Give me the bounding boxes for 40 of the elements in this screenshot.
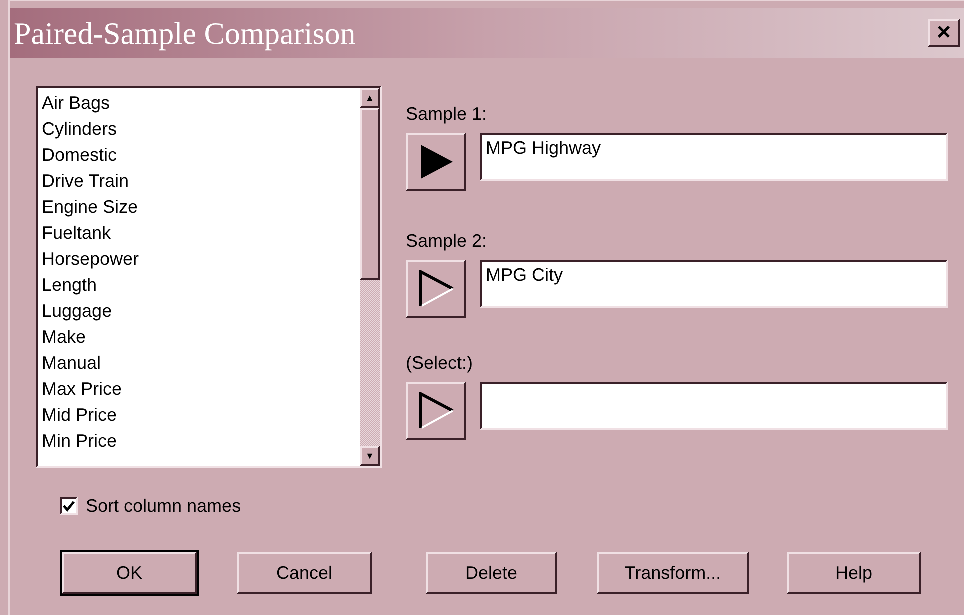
list-item[interactable]: Domestic xyxy=(42,142,356,168)
dialog-button[interactable]: Transform... xyxy=(597,552,749,594)
window-title: Paired-Sample Comparison xyxy=(14,18,356,48)
list-item[interactable]: Luggage xyxy=(42,298,356,324)
input-field[interactable]: MPG Highway xyxy=(480,133,948,181)
list-item[interactable]: Horsepower xyxy=(42,246,356,272)
field-label: Sample 1: xyxy=(406,103,488,125)
scrollbar[interactable]: ▲ ▼ xyxy=(360,88,380,466)
checkbox-label: Sort column names xyxy=(86,495,242,517)
dialog-button[interactable]: Cancel xyxy=(237,552,372,594)
list-item[interactable]: Make xyxy=(42,324,356,350)
list-item[interactable]: Engine Size xyxy=(42,194,356,220)
arrow-button[interactable] xyxy=(406,382,466,440)
dialog-button[interactable]: OK xyxy=(62,552,197,594)
list-item[interactable]: Max Price xyxy=(42,376,356,402)
play-icon xyxy=(417,392,455,430)
list-item[interactable]: Air Bags xyxy=(42,90,356,116)
play-icon xyxy=(417,270,455,308)
column-list[interactable]: Air Bags Cylinders Domestic Drive Train Engine Size Fueltank Horsepower Length Luggage Make Manual Max Price Mid Price Min Price ▲ ▼ xyxy=(36,86,382,468)
check-icon xyxy=(63,500,75,512)
close-button[interactable]: × xyxy=(928,19,960,47)
list-item[interactable]: Cylinders xyxy=(42,116,356,142)
arrow-button[interactable] xyxy=(406,133,466,191)
field-label: Sample 2: xyxy=(406,230,488,252)
arrow-button[interactable] xyxy=(406,260,466,318)
input-field[interactable]: MPG City xyxy=(480,260,948,308)
dialog-button[interactable]: Delete xyxy=(426,552,557,594)
list-item[interactable]: Drive Train xyxy=(42,168,356,194)
dialog-button[interactable]: Help xyxy=(787,552,921,594)
list-item[interactable]: Manual xyxy=(42,350,356,376)
list-item[interactable]: Mid Price xyxy=(42,402,356,428)
list-item[interactable]: Length xyxy=(42,272,356,298)
input-field[interactable] xyxy=(480,382,948,430)
field-label: (Select:) xyxy=(406,352,474,374)
checkbox[interactable] xyxy=(60,497,78,515)
scroll-up-button[interactable]: ▲ xyxy=(360,88,380,108)
list-item[interactable]: Fueltank xyxy=(42,220,356,246)
list-item[interactable]: Min Price xyxy=(42,428,356,454)
scroll-down-button[interactable]: ▼ xyxy=(360,446,380,466)
scroll-thumb[interactable] xyxy=(360,108,380,280)
